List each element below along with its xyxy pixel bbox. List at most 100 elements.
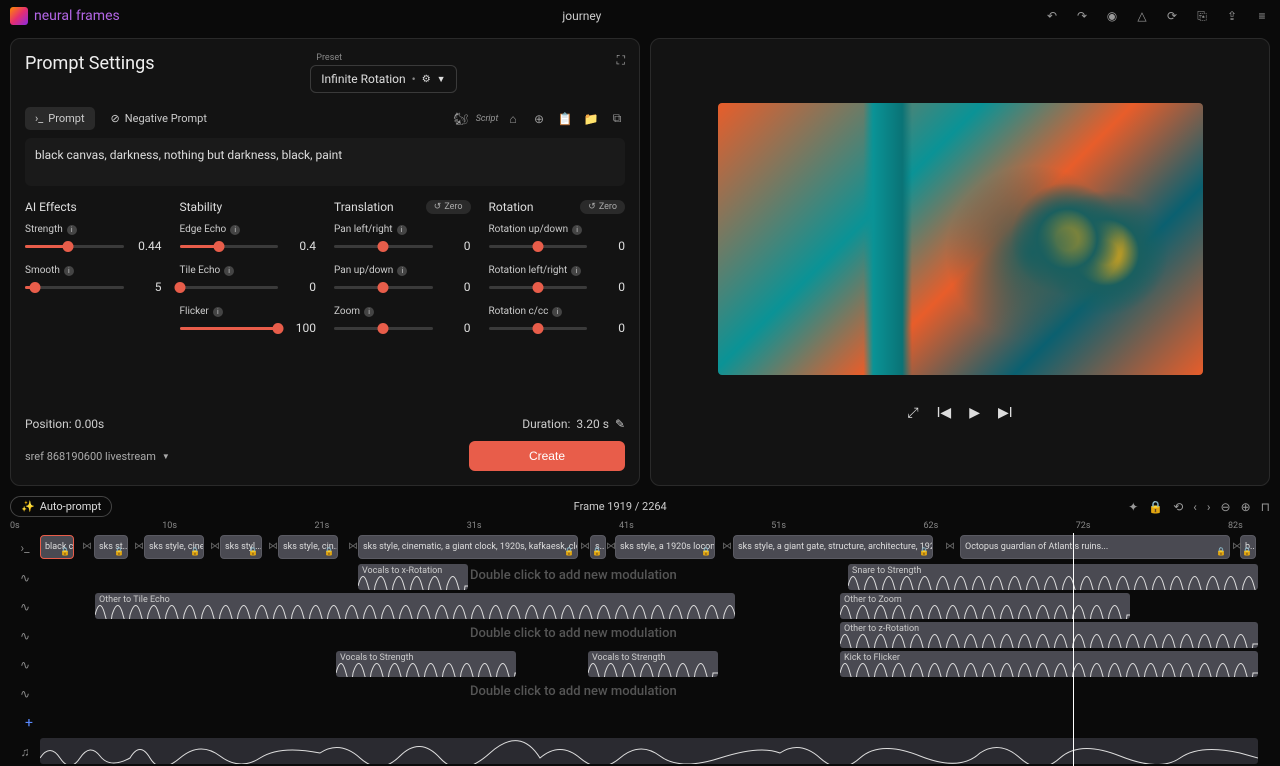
info-icon[interactable]: i	[67, 225, 77, 235]
add-modulation-hint[interactable]: Double click to add new modulation	[470, 626, 677, 641]
timeline-clip[interactable]: sks st...🔒	[94, 535, 128, 559]
duration-display[interactable]: Duration: 3.20 s ✎	[522, 417, 625, 431]
terminal-icon[interactable]: ›_	[10, 541, 40, 555]
tile-echo-slider[interactable]	[180, 286, 279, 289]
add-modulation-hint[interactable]: Double click to add new modulation	[470, 684, 677, 699]
skip-forward-icon[interactable]: ▶I	[998, 405, 1013, 421]
info-icon[interactable]: i	[397, 266, 407, 276]
tab-negative-prompt[interactable]: ⊘ Negative Prompt	[101, 107, 217, 130]
shuffle-icon[interactable]: ⋈	[580, 541, 590, 552]
modulation-clip[interactable]: Other to Zoom	[840, 593, 1130, 619]
refresh-icon[interactable]: ⟳	[1164, 8, 1180, 24]
music-icon[interactable]: ♫	[10, 745, 40, 759]
rotation-cc-slider[interactable]	[489, 327, 588, 330]
shuffle-icon[interactable]: ⋈	[945, 541, 955, 552]
loop-icon[interactable]: ⟲	[1173, 500, 1183, 514]
flicker-slider[interactable]	[180, 327, 279, 330]
time-ruler[interactable]: 0s10s21s31s41s51s62s72s82s	[10, 521, 1270, 533]
timeline-clip[interactable]: b...🔒	[1240, 535, 1256, 559]
shuffle-icon[interactable]: ⋈	[134, 541, 144, 552]
auto-prompt-button[interactable]: ✨ Auto-prompt	[10, 496, 112, 517]
timeline-clip[interactable]: sks style, cin...🔒	[278, 535, 338, 559]
timeline-clip[interactable]: black ca...🔒	[40, 535, 74, 559]
tab-prompt[interactable]: ›_ Prompt	[25, 107, 95, 130]
info-icon[interactable]: i	[364, 307, 374, 317]
clipboard-icon[interactable]: 📋	[557, 111, 573, 127]
expand-icon[interactable]: ⛶	[617, 53, 625, 68]
next-icon[interactable]: ›	[1207, 500, 1211, 514]
shuffle-icon[interactable]: ⋈	[1232, 541, 1242, 552]
preview-canvas[interactable]	[718, 103, 1203, 375]
modulation-clip[interactable]: Other to z-Rotation	[840, 622, 1258, 648]
add-track-button[interactable]: +	[25, 715, 33, 731]
shuffle-icon[interactable]: ⋈	[348, 541, 358, 552]
brand-logo[interactable]: neural frames	[10, 7, 120, 25]
folder-icon[interactable]: 📁	[583, 111, 599, 127]
shuffle-icon[interactable]: ⋈	[722, 541, 732, 552]
wave-icon[interactable]: ∿	[10, 629, 40, 643]
wave-icon[interactable]: ∿	[10, 687, 40, 701]
undo-icon[interactable]: ↶	[1044, 8, 1060, 24]
info-icon[interactable]: i	[552, 307, 562, 317]
fullscreen-icon[interactable]: ⤢	[907, 405, 918, 421]
rotation-ud-slider[interactable]	[489, 245, 588, 248]
timeline-clip[interactable]: Octopus guardian of Atlantis ruins...🔒	[960, 535, 1230, 559]
modulation-clip[interactable]: Vocals to x-Rotation	[358, 564, 468, 590]
info-icon[interactable]: i	[64, 266, 74, 276]
bell-icon[interactable]: △	[1134, 8, 1150, 24]
info-icon[interactable]: i	[224, 266, 234, 276]
info-icon[interactable]: i	[213, 307, 223, 317]
skip-back-icon[interactable]: I◀	[937, 405, 952, 421]
info-icon[interactable]: i	[230, 225, 240, 235]
shuffle-icon[interactable]: ⋈	[82, 541, 92, 552]
redo-icon[interactable]: ↷	[1074, 8, 1090, 24]
wave-icon[interactable]: ∿	[10, 600, 40, 614]
timeline-clip[interactable]: sks style, cinematic, a giant clock, 192…	[358, 535, 578, 559]
strength-slider[interactable]	[25, 245, 124, 248]
timeline-clip[interactable]: sks style, a 1920s locomoti...🔒	[615, 535, 715, 559]
modulation-clip[interactable]: Vocals to Strength	[588, 651, 718, 677]
zoom-slider[interactable]	[334, 327, 433, 330]
zoom-out-icon[interactable]: ⊖	[1221, 500, 1231, 514]
rotation-zero-button[interactable]: ↺ Zero	[580, 200, 625, 214]
menu-icon[interactable]: ≡	[1254, 8, 1270, 24]
squirrel-icon[interactable]: 🐿	[453, 111, 469, 127]
prompt-textarea[interactable]: black canvas, darkness, nothing but dark…	[25, 138, 625, 186]
play-icon[interactable]: ▶	[969, 405, 980, 421]
edit-icon[interactable]: ✎	[615, 417, 625, 431]
home-icon[interactable]: ⌂	[505, 111, 521, 127]
pan-lr-slider[interactable]	[334, 245, 433, 248]
fit-icon[interactable]: ⊓	[1261, 500, 1270, 514]
preset-select[interactable]: Infinite Rotation • ⚙ ▼	[310, 65, 456, 93]
create-button[interactable]: Create	[469, 441, 625, 471]
modulation-clip[interactable]: Vocals to Strength	[336, 651, 516, 677]
timeline-clip[interactable]: sks styl...🔒	[220, 535, 262, 559]
playhead[interactable]	[1073, 533, 1074, 766]
modulation-clip[interactable]: Kick to Flicker	[840, 651, 1258, 677]
script-icon[interactable]: Script	[479, 111, 495, 127]
save-icon[interactable]: ⎘	[1194, 8, 1210, 24]
shuffle-icon[interactable]: ⋈	[268, 541, 278, 552]
info-icon[interactable]: i	[572, 225, 582, 235]
zoom-in-icon[interactable]: ⊕	[1241, 500, 1251, 514]
wave-icon[interactable]: ∿	[10, 658, 40, 672]
prev-icon[interactable]: ‹	[1193, 500, 1197, 514]
smooth-slider[interactable]	[25, 286, 124, 289]
layers-icon[interactable]: ⧉	[609, 111, 625, 127]
pan-ud-slider[interactable]	[334, 286, 433, 289]
edge-echo-slider[interactable]	[180, 245, 279, 248]
translation-zero-button[interactable]: ↺ Zero	[426, 200, 471, 214]
timeline-clip[interactable]: sks style, cine...🔒	[144, 535, 204, 559]
shuffle-icon[interactable]: ⋈	[606, 541, 616, 552]
timeline-clip[interactable]: s..🔒	[590, 535, 606, 559]
lock-icon[interactable]: 🔒	[1148, 500, 1163, 514]
modulation-clip[interactable]: Snare to Strength	[848, 564, 1258, 590]
timeline-clip[interactable]: sks style, a giant gate, structure, arch…	[733, 535, 933, 559]
info-icon[interactable]: i	[397, 225, 407, 235]
info-icon[interactable]: i	[571, 266, 581, 276]
add-modulation-hint[interactable]: Double click to add new modulation	[470, 568, 677, 583]
magic-icon[interactable]: ✦	[1128, 500, 1138, 514]
export-icon[interactable]: ⇪	[1224, 8, 1240, 24]
rotation-lr-slider[interactable]	[489, 286, 588, 289]
wave-icon[interactable]: ∿	[10, 571, 40, 585]
